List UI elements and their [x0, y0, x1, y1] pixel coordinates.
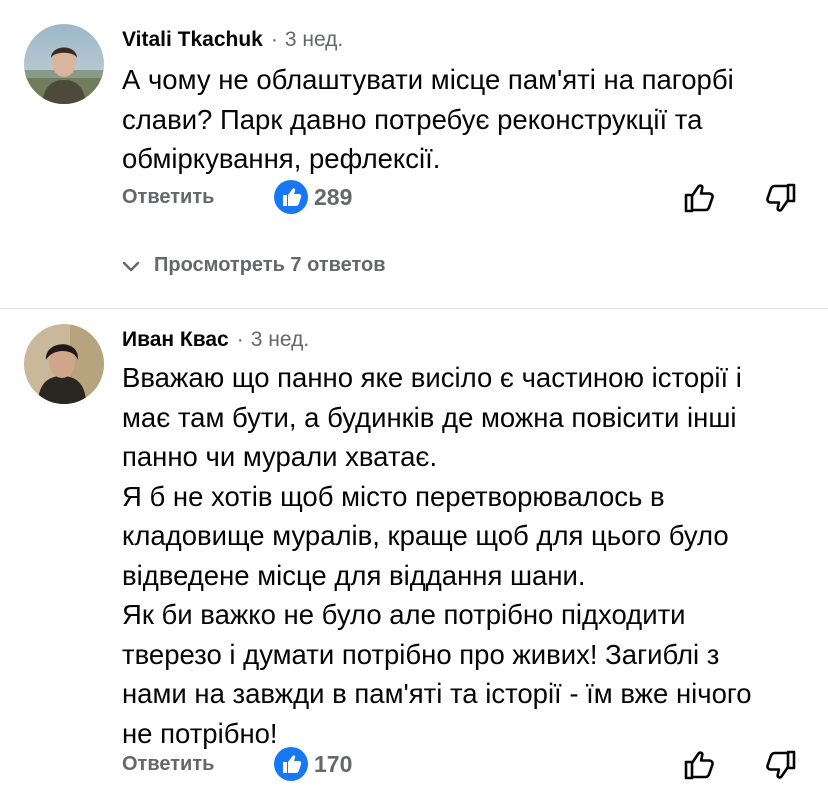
thumbs-down-outline-icon: [766, 750, 796, 779]
timestamp[interactable]: 3 нед.: [285, 28, 343, 52]
comment-text: А чому не облаштувати місце пам'яті на п…: [122, 60, 812, 179]
upvote-button[interactable]: [680, 745, 720, 785]
meta-separator: ·: [270, 28, 278, 51]
downvote-button[interactable]: [760, 745, 800, 785]
author-name[interactable]: Vitali Tkachuk: [122, 28, 263, 52]
comment-text: Вважаю що панно яке висіло є частиною іс…: [122, 358, 812, 753]
comment-text-line: Вважаю що панно яке висіло є частиною іс…: [122, 362, 742, 393]
comment-text-line: панно чи мурали хватає.: [122, 441, 438, 472]
comment-text-line: Як би важко не було але потрібно підходи…: [122, 599, 686, 630]
comment-text-line: А чому не облаштувати місце пам'яті на п…: [122, 64, 734, 95]
reaction-summary[interactable]: 289: [274, 180, 352, 214]
comment-text-line: тверезо і думати потрібно про живих! Заг…: [122, 638, 720, 670]
author-name[interactable]: Иван Квас: [122, 328, 229, 352]
thumbs-up-outline-icon: [684, 751, 714, 780]
thumbs-up-outline-icon: [684, 184, 714, 213]
like-reaction-icon: [274, 747, 308, 781]
comment-actions: Ответить 289: [0, 178, 828, 218]
thumbs-down-outline-icon: [766, 183, 796, 212]
reaction-count: 289: [314, 183, 353, 210]
avatar[interactable]: [24, 24, 104, 104]
comment-text-line: слави? Парк давно потребує реконструкції…: [122, 103, 703, 135]
upvote-button[interactable]: [680, 178, 720, 218]
comment-text-line: кладовище муралів, краще щоб для цього б…: [122, 520, 729, 551]
view-replies-button[interactable]: Просмотреть 7 ответов: [120, 254, 386, 277]
comment-meta: Vitali Tkachuk · 3 нед.: [122, 28, 343, 52]
comment-actions: Ответить 170: [0, 745, 828, 785]
timestamp[interactable]: 3 нед.: [251, 328, 309, 352]
reaction-count: 170: [314, 750, 353, 777]
reply-button[interactable]: Ответить: [122, 753, 214, 776]
comment-text-line: Я б не хотів щоб місто перетворювалось в: [122, 480, 665, 512]
like-reaction-icon: [274, 180, 308, 214]
chevron-down-icon: [122, 261, 140, 271]
comment-text-line: відведене місце для віддання шани.: [122, 559, 586, 591]
view-replies-label: Просмотреть 7 ответов: [154, 254, 386, 276]
comment-meta: Иван Квас · 3 нед.: [122, 328, 309, 352]
avatar-photo: [24, 24, 104, 104]
reaction-summary[interactable]: 170: [274, 747, 352, 781]
comment-divider: [0, 308, 828, 309]
reply-button[interactable]: Ответить: [122, 186, 214, 209]
downvote-button[interactable]: [760, 178, 800, 218]
meta-separator: ·: [236, 328, 244, 351]
comment-text-line: нами на завжди в пам'яті та історії - їм…: [122, 678, 752, 709]
avatar[interactable]: [24, 324, 104, 404]
comment-text-line: обміркування, рефлексії.: [122, 143, 441, 174]
avatar-photo: [24, 324, 104, 404]
comment-text-line: має там бути, а будинків де можна повіси…: [122, 401, 737, 433]
